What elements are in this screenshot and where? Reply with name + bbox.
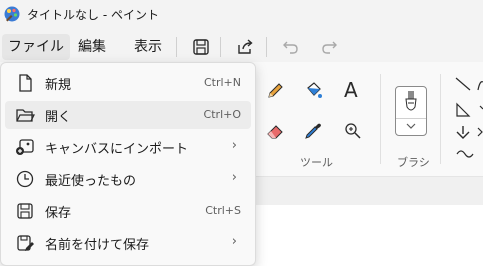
eraser-icon[interactable] [264, 120, 286, 142]
menu-item-label: 最近使ったもの [45, 174, 137, 189]
menu-item-open[interactable]: 開く Ctrl+O [5, 101, 251, 129]
pencil-icon[interactable] [264, 80, 286, 102]
menu-item-save[interactable]: 保存 Ctrl+S [5, 197, 251, 225]
menu-item-label: 開く [45, 110, 72, 125]
save-icon [17, 203, 33, 219]
menu-file[interactable]: ファイル [2, 34, 70, 60]
tools-group-label: ツール [300, 156, 333, 169]
brush-group-label: ブラシ [397, 156, 430, 169]
brush-icon [405, 91, 417, 111]
folder-open-icon [16, 109, 35, 122]
file-menu-dropdown: 新規 Ctrl+N 開く Ctrl+O キャンバスにインポート › 最近使ったも… [0, 62, 256, 266]
title-bar: タイトルなし - ペイント [0, 0, 483, 30]
clock-icon [16, 170, 34, 188]
menu-item-label: 名前を付けて保存 [45, 238, 150, 253]
fill-bucket-icon[interactable] [302, 80, 324, 102]
menu-item-save-as[interactable]: 名前を付けて保存 › [5, 229, 251, 257]
menu-bar: ファイル 編集 表示 [0, 30, 483, 62]
separator [220, 37, 221, 57]
redo-icon[interactable] [318, 36, 340, 58]
menu-item-shortcut: Ctrl+N [203, 76, 241, 89]
save-as-icon [17, 235, 34, 251]
paint-app-icon [4, 6, 20, 22]
chevron-right-icon: › [231, 234, 237, 249]
separator [266, 37, 267, 57]
brush-button[interactable] [395, 86, 427, 136]
menu-item-new[interactable]: 新規 Ctrl+N [5, 69, 251, 97]
separator [440, 74, 441, 164]
undo-icon[interactable] [280, 36, 302, 58]
menu-item-label: キャンバスにインポート [45, 142, 189, 157]
divider [396, 118, 426, 119]
menu-item-shortcut: Ctrl+S [205, 204, 241, 217]
chevron-down-icon [406, 123, 416, 129]
menu-item-label: 新規 [45, 78, 72, 93]
share-icon[interactable] [234, 36, 256, 58]
separator [380, 74, 381, 164]
menu-item-shortcut: Ctrl+O [203, 108, 241, 121]
menu-item-recent[interactable]: 最近使ったもの › [5, 165, 251, 193]
image-import-icon [16, 139, 34, 155]
menu-item-label: 保存 [45, 206, 72, 221]
save-icon[interactable] [190, 36, 212, 58]
menu-view[interactable]: 表示 [128, 34, 168, 60]
menu-edit[interactable]: 編集 [72, 34, 112, 60]
chevron-right-icon: › [231, 138, 237, 153]
text-tool[interactable]: A [344, 78, 358, 102]
menu-item-import-to-canvas[interactable]: キャンバスにインポート › [5, 133, 251, 161]
shapes-gallery[interactable] [452, 72, 483, 162]
new-file-icon [19, 74, 32, 92]
separator [176, 37, 177, 57]
chevron-right-icon: › [231, 170, 237, 185]
color-picker-icon[interactable] [302, 120, 324, 142]
magnifier-icon[interactable] [342, 120, 364, 142]
window-title: タイトルなし - ペイント [27, 8, 159, 22]
